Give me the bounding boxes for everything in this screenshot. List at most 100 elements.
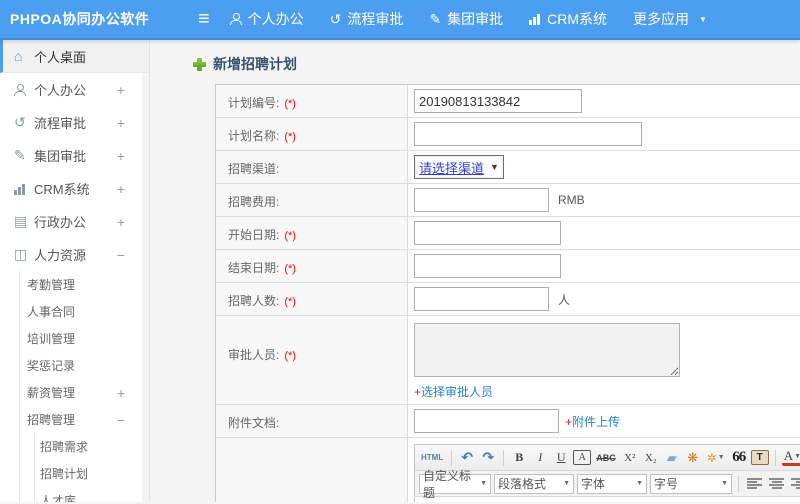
sidebar-item-label: 薪资管理 [27, 386, 76, 400]
sidebar-item-group-approval[interactable]: ✎ 集团审批 + [0, 139, 149, 172]
field-label: 审批人员: [228, 348, 280, 362]
bold-button[interactable]: B [510, 448, 528, 467]
sidebar-item-talent-pool[interactable]: 人才库 [35, 487, 149, 502]
collapse-minus-icon: − [116, 411, 125, 428]
link-label: 附件上传 [572, 414, 621, 429]
toolbar-separator [774, 449, 776, 466]
eraser-icon[interactable]: ▰ [663, 448, 681, 467]
format-painter-icon[interactable]: ✲ ▼ [705, 448, 727, 467]
approvers-textarea[interactable] [414, 323, 680, 377]
sidebar-item-crm[interactable]: CRM系统 + [0, 172, 149, 205]
sidebar-item-label: 人力资源 [34, 248, 87, 263]
top-nav: 个人办公 ↺ 流程审批 ✎ 集团审批 CRM系统 更多应用 ▼ [229, 9, 707, 29]
sidebar-item-label: 个人桌面 [34, 49, 87, 65]
page-title-bar: 新增招聘计划 [150, 40, 800, 84]
toolbar-separator [451, 449, 453, 466]
field-label: 招聘费用: [228, 195, 280, 209]
channel-select[interactable]: 请选择渠道 ▼ [414, 155, 504, 179]
edit-icon: ✎ [429, 11, 442, 27]
link-label: 选择审批人员 [421, 385, 494, 399]
undo-icon[interactable]: ↶ [458, 448, 476, 467]
add-plus-icon [193, 57, 206, 71]
sidebar-item-label: 奖惩记录 [27, 359, 76, 373]
nav-crm[interactable]: CRM系统 [529, 9, 607, 29]
edit-icon: ✎ [14, 147, 26, 163]
nav-group-approval[interactable]: ✎ 集团审批 [429, 9, 503, 29]
select-value: 字号 [654, 477, 679, 491]
sidebar-item-recruit-mgmt[interactable]: 招聘管理 − [20, 406, 149, 433]
chevron-down-icon: ▼ [563, 480, 570, 487]
nav-label: 集团审批 [447, 11, 504, 27]
html-source-button[interactable]: HTML [419, 448, 445, 467]
user-icon [14, 83, 34, 96]
sidebar-item-label: 招聘管理 [27, 413, 76, 427]
nav-label: CRM系统 [547, 11, 608, 27]
sidebar-item-label: 招聘需求 [40, 440, 89, 454]
sidebar-item-label: 招聘计划 [40, 467, 89, 481]
nav-more-apps[interactable]: 更多应用 ▼ [633, 9, 707, 29]
clear-format-icon[interactable]: ❋ [684, 448, 702, 467]
nav-personal-office[interactable]: 个人办公 [229, 9, 304, 29]
required-marker: (*) [284, 131, 296, 143]
paste-text-icon[interactable]: T [750, 450, 769, 465]
sidebar: ⌂ 个人桌面 个人办公 + ↺ 流程审批 + ✎ 集团审批 + CRM系统 + … [0, 40, 150, 502]
select-value: 段落格式 [498, 477, 547, 491]
sidebar-item-recruit-plan[interactable]: 招聘计划 [35, 460, 149, 487]
sidebar-item-personal-office[interactable]: 个人办公 + [0, 73, 149, 106]
sidebar-item-admin-office[interactable]: ▤ 行政办公 + [0, 205, 149, 238]
underline-button[interactable]: U [552, 448, 570, 467]
sidebar-item-desktop[interactable]: ⌂ 个人桌面 [0, 40, 149, 73]
form-row-editor: HTML ↶ ↷ B I U A ABC X² X₂ ▰ ❋ ✲ ▼ 66 T … [216, 438, 800, 502]
blockquote-button[interactable]: 66 [730, 448, 748, 467]
currency-suffix: RMB [558, 193, 585, 207]
field-label: 结束日期: [228, 261, 280, 275]
attachment-input[interactable] [414, 409, 559, 433]
sidebar-item-attendance[interactable]: 考勤管理 [20, 271, 149, 298]
subscript-button[interactable]: X₂ [642, 448, 660, 467]
custom-title-select[interactable]: 自定义标题 ▼ [419, 469, 491, 500]
sidebar-item-workflow-approval[interactable]: ↺ 流程审批 + [0, 106, 149, 139]
sidebar-item-label: 人才库 [40, 494, 77, 502]
paragraph-format-select[interactable]: 段落格式 ▼ [494, 473, 574, 494]
end-date-input[interactable] [414, 254, 561, 278]
align-right-icon[interactable] [789, 474, 800, 493]
user-icon [229, 13, 242, 25]
plus-icon: + [565, 414, 573, 429]
sidebar-item-hr[interactable]: ◫ 人力资源 − [0, 238, 149, 271]
attachment-upload-link[interactable]: +附件上传 [565, 413, 620, 430]
sidebar-item-salary[interactable]: 薪资管理 + [20, 379, 149, 406]
expand-plus-icon: + [116, 81, 125, 98]
sidebar-item-hr-contract[interactable]: 人事合同 [20, 298, 149, 325]
field-label: 计划编号: [228, 96, 280, 110]
menu-toggle-icon[interactable]: ≡ [198, 9, 210, 29]
font-family-select[interactable]: 字体 ▼ [577, 473, 647, 494]
sidebar-item-recruit-need[interactable]: 招聘需求 [35, 433, 149, 460]
field-label: 开始日期: [228, 228, 280, 242]
sidebar-item-rewards[interactable]: 奖惩记录 [20, 352, 149, 379]
headcount-input[interactable] [414, 287, 549, 311]
chevron-down-icon: ▼ [636, 480, 643, 487]
nav-workflow-approval[interactable]: ↺ 流程审批 [330, 9, 404, 29]
plan-number-input[interactable] [414, 89, 582, 113]
align-center-icon[interactable] [767, 474, 786, 493]
sidebar-item-training[interactable]: 培训管理 [20, 325, 149, 352]
icon-glyph: A [783, 448, 794, 463]
form-row-cost: 招聘费用: RMB [216, 184, 800, 217]
border-text-button[interactable]: A [573, 450, 592, 465]
required-marker: (*) [284, 98, 296, 110]
superscript-button[interactable]: X² [621, 448, 639, 467]
redo-icon[interactable]: ↷ [479, 448, 497, 467]
sidebar-item-label: 流程审批 [34, 116, 87, 131]
strikethrough-button[interactable]: ABC [594, 448, 618, 467]
start-date-input[interactable] [414, 221, 561, 245]
plan-name-input[interactable] [414, 122, 642, 146]
plus-icon: + [414, 385, 422, 399]
sidebar-item-label: 人事合同 [27, 305, 76, 319]
italic-button[interactable]: I [531, 448, 549, 467]
cost-input[interactable] [414, 188, 549, 212]
expand-plus-icon: + [116, 384, 125, 401]
font-color-button[interactable]: A ▼ [781, 448, 800, 466]
select-approvers-link[interactable]: +选择审批人员 [414, 383, 493, 400]
align-left-icon[interactable] [745, 474, 764, 493]
font-size-select[interactable]: 字号 ▼ [650, 473, 732, 494]
